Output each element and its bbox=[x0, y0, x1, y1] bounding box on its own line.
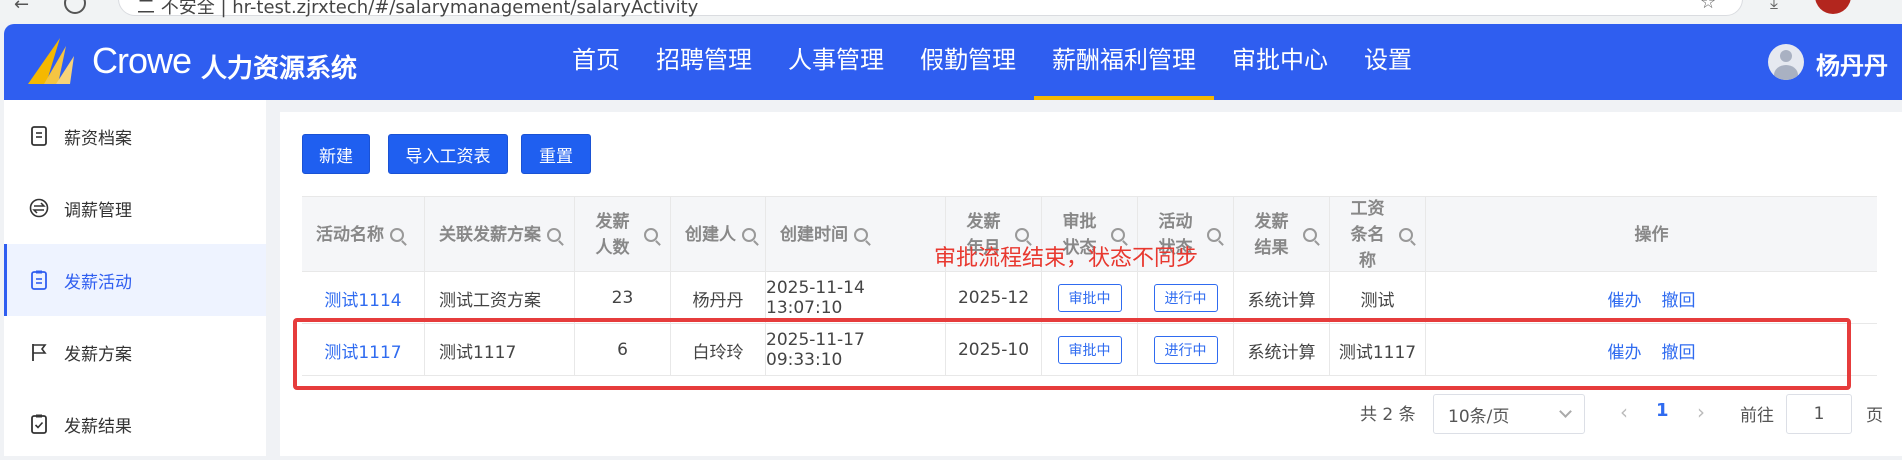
download-icon[interactable]: ⤓ bbox=[1770, 0, 1778, 13]
system-name: 人力资源系统 bbox=[201, 54, 358, 84]
next-page-icon[interactable]: › bbox=[1697, 400, 1705, 424]
sidebar-item-salary-file[interactable]: 薪资档案 bbox=[4, 100, 266, 172]
back-arrow-icon[interactable]: ← bbox=[14, 0, 29, 15]
search-icon[interactable] bbox=[1302, 228, 1317, 242]
search-icon[interactable] bbox=[1206, 228, 1221, 242]
search-icon[interactable] bbox=[742, 228, 756, 242]
pay-period-cell: 2025-12 bbox=[946, 272, 1042, 324]
clipboard-icon bbox=[28, 269, 50, 291]
goto-suffix: 页 bbox=[1866, 406, 1883, 426]
nav-recruitment[interactable]: 招聘管理 bbox=[638, 24, 770, 100]
activity-name-link[interactable]: 测试1114 bbox=[302, 272, 425, 324]
urge-button[interactable]: 催办 bbox=[1608, 286, 1642, 311]
nav-payroll[interactable]: 薪酬福利管理 bbox=[1034, 24, 1214, 100]
sidebar-item-label: 发薪活动 bbox=[64, 272, 132, 293]
check-clipboard-icon bbox=[28, 413, 50, 435]
col-created-time[interactable]: 创建时间 bbox=[766, 197, 946, 273]
col-creator[interactable]: 创建人 bbox=[671, 197, 766, 273]
reset-button[interactable]: 重置 bbox=[521, 134, 591, 174]
import-payroll-button[interactable]: 导入工资表 bbox=[388, 134, 508, 174]
nav-personnel[interactable]: 人事管理 bbox=[770, 24, 902, 100]
top-header: Crowe 人力资源系统 首页 招聘管理 人事管理 假勤管理 薪酬福利管理 审批… bbox=[4, 24, 1902, 100]
payslip-name-cell: 测试 bbox=[1330, 272, 1426, 324]
sidebar-item-pay-activity[interactable]: 发薪活动 bbox=[4, 244, 266, 316]
search-icon[interactable] bbox=[547, 228, 561, 242]
approval-status-cell: 审批中 bbox=[1042, 272, 1138, 324]
address-bar[interactable]: 二 不安全 | hr-test.zjrxtech/#/salarymanagem… bbox=[118, 0, 1743, 18]
goto-label: 前往 bbox=[1740, 406, 1774, 426]
browser-bar: ← 二 不安全 | hr-test.zjrxtech/#/salarymanag… bbox=[0, 0, 1902, 22]
col-plan[interactable]: 关联发薪方案 bbox=[425, 197, 575, 273]
annotation-text: 审批流程结束，状态不同步 bbox=[934, 246, 1199, 271]
status-badge: 审批中 bbox=[1057, 284, 1122, 312]
col-payslip-name[interactable]: 工资条名称 bbox=[1330, 197, 1426, 273]
sidebar: 薪资档案 调薪管理 发薪活动 发薪方案 发薪结果 bbox=[4, 100, 266, 456]
headcount-cell: 23 bbox=[575, 272, 671, 324]
search-icon[interactable] bbox=[854, 228, 868, 242]
withdraw-button[interactable]: 撤回 bbox=[1662, 286, 1696, 311]
brand-name: Crowe bbox=[92, 40, 192, 81]
file-icon bbox=[28, 125, 50, 147]
col-actions: 操作 bbox=[1634, 225, 1669, 245]
col-activity-name[interactable]: 活动名称 bbox=[302, 197, 425, 273]
crowe-logo-icon bbox=[28, 38, 74, 84]
col-headcount[interactable]: 发薪人数 bbox=[575, 197, 671, 273]
plan-cell: 测试工资方案 bbox=[425, 272, 575, 324]
address-text: 二 不安全 | hr-test.zjrxtech/#/salarymanagem… bbox=[137, 0, 699, 18]
user-name[interactable]: 杨丹丹 bbox=[1816, 46, 1888, 81]
nav-settings[interactable]: 设置 bbox=[1346, 24, 1430, 100]
actions-cell: 催办 撤回 bbox=[1426, 272, 1877, 324]
activity-status-cell: 进行中 bbox=[1138, 272, 1234, 324]
page-size-select[interactable]: 10条/页 bbox=[1433, 394, 1585, 434]
sidebar-item-salary-adjust[interactable]: 调薪管理 bbox=[4, 172, 266, 244]
nav-approval[interactable]: 审批中心 bbox=[1214, 24, 1346, 100]
sidebar-item-pay-result[interactable]: 发薪结果 bbox=[4, 388, 266, 460]
page-number[interactable]: 1 bbox=[1656, 400, 1669, 421]
pay-result-cell: 系统计算 bbox=[1234, 272, 1330, 324]
col-pay-result[interactable]: 发薪结果 bbox=[1234, 197, 1330, 273]
new-button[interactable]: 新建 bbox=[302, 134, 370, 174]
status-badge: 进行中 bbox=[1153, 284, 1218, 312]
main-nav: 首页 招聘管理 人事管理 假勤管理 薪酬福利管理 审批中心 设置 bbox=[554, 24, 1430, 100]
nav-attendance[interactable]: 假勤管理 bbox=[902, 24, 1034, 100]
sidebar-item-pay-plan[interactable]: 发薪方案 bbox=[4, 316, 266, 388]
sidebar-item-label: 发薪方案 bbox=[64, 344, 132, 365]
bookmark-star-icon[interactable]: ☆ bbox=[1700, 0, 1716, 13]
flag-icon bbox=[28, 341, 50, 363]
sidebar-item-label: 调薪管理 bbox=[64, 200, 132, 221]
goto-page-input[interactable] bbox=[1786, 394, 1852, 434]
search-icon[interactable] bbox=[390, 228, 404, 242]
nav-home[interactable]: 首页 bbox=[554, 24, 638, 100]
search-icon[interactable] bbox=[643, 228, 658, 242]
info-icon[interactable] bbox=[64, 0, 86, 14]
creator-cell: 杨丹丹 bbox=[671, 272, 766, 324]
table-row: 测试1114 测试工资方案 23 杨丹丹 2025-11-14 13:07:10… bbox=[302, 272, 1877, 324]
browser-profile-avatar[interactable] bbox=[1815, 0, 1851, 14]
search-icon[interactable] bbox=[1398, 228, 1413, 242]
chevron-down-icon bbox=[1559, 405, 1572, 418]
total-count: 共 2 条 bbox=[1360, 405, 1416, 425]
sidebar-item-label: 发薪结果 bbox=[64, 416, 132, 437]
user-avatar[interactable] bbox=[1768, 44, 1804, 80]
exchange-icon bbox=[28, 197, 50, 219]
highlight-box bbox=[293, 318, 1851, 390]
sidebar-item-label: 薪资档案 bbox=[64, 128, 132, 149]
prev-page-icon[interactable]: ‹ bbox=[1620, 400, 1628, 424]
created-time-cell: 2025-11-14 13:07:10 bbox=[766, 272, 946, 324]
